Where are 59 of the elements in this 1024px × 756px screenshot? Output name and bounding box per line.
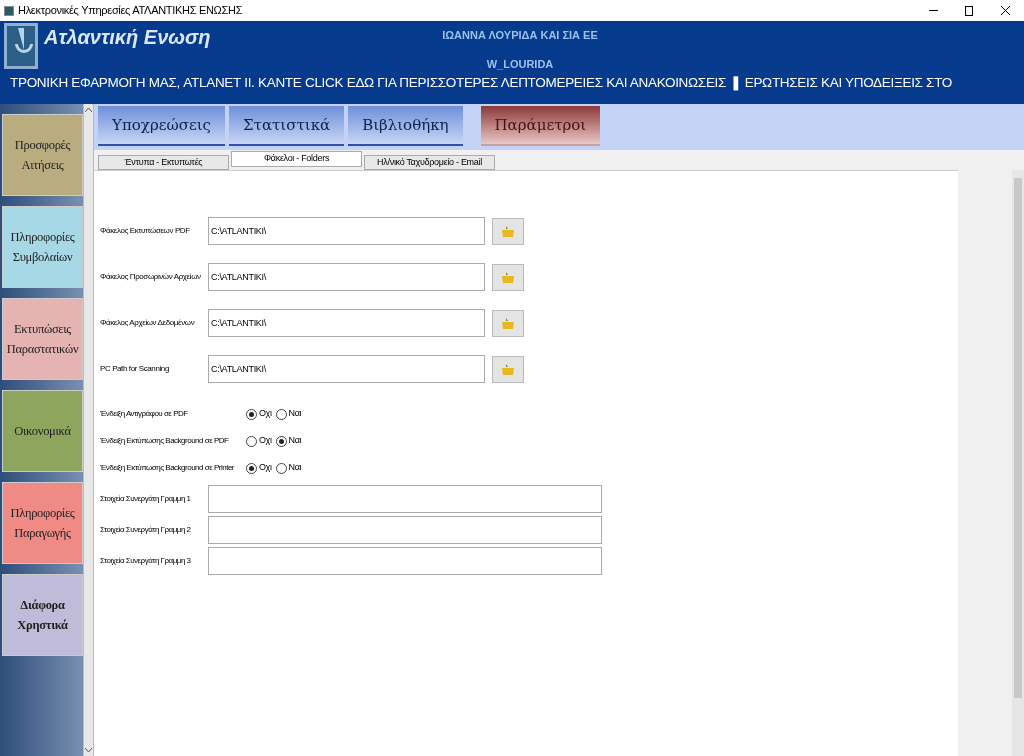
field-label: Στοιχεία Συνεργάτη Γραμμη 2	[100, 524, 192, 536]
partner-line-field[interactable]	[208, 485, 602, 513]
folder-icon	[501, 270, 515, 284]
subtab[interactable]: Ηλ/νικό Ταχυδρομείο - Email	[364, 155, 495, 170]
page-scrollbar[interactable]	[1012, 170, 1024, 756]
radio-button[interactable]	[275, 435, 287, 447]
field-label: PC Path for Scanning	[100, 363, 170, 375]
radio-option[interactable]: Ναι	[275, 407, 302, 421]
partner-line-field[interactable]	[208, 547, 602, 575]
folder-path-field[interactable]: C:\ATLANTIKI\	[208, 263, 485, 291]
announcement-link[interactable]: ΤΡΟΝΙΚΗ ΕΦΑΡΜΟΓΗ ΜΑΣ, ATLANET II. ΚΑΝΤΕ CLICK ΕΔΩ ΓΙΑ ΠΕΡΙΣΣΟΤΕΡΕΣ ΛΕΠΤΟΜΕΡΕΙΕΣ ΚΑΙ ΑΝΑΚΟΙΝΩΣΕΙΣ ❚ ΕΡΩΤΗΣΕΙΣ ΚΑΙ ΥΠΟΔΕΙΞΕΙΣ ΣΤΟ	[0, 73, 953, 94]
sidebar-scrollbar[interactable]	[83, 104, 94, 756]
maximize-button[interactable]	[962, 3, 976, 18]
logo-text: Ατλαντική Ενωση	[44, 27, 211, 47]
folder-icon	[501, 224, 515, 238]
field-label: Φάκελος Αρχείων Δεδομένων	[100, 317, 196, 329]
field-label: Στοιχεία Συνεργάτη Γραμμη 3	[100, 555, 192, 567]
folder-icon	[501, 362, 515, 376]
folder-path-field[interactable]: C:\ATLANTIKI\	[208, 355, 485, 383]
option-label: Ένδειξη Αντιγράφου σε PDF	[100, 408, 189, 420]
radio-option[interactable]: Οχι	[246, 407, 272, 421]
tab[interactable]: Υποχρεώσεις	[98, 106, 225, 146]
field-label: Στοιχεία Συνεργάτη Γραμμη 1	[100, 493, 192, 505]
radio-option[interactable]: Οχι	[246, 434, 272, 448]
option-label: Ένδειξη Εκτύπωσης Background σε PDF	[100, 435, 230, 447]
anchor-logo-icon	[4, 23, 38, 69]
folder-icon	[501, 316, 515, 330]
window-title: Ηλεκτρονικές Υπηρεσίες ΑΤΛΑΝΤΙΚΗΣ ΕΝΩΣΗΣ	[18, 3, 243, 19]
tab[interactable]: Στατιστικά	[229, 106, 345, 146]
field-label: Φάκελος Εκτυπώσεων PDF	[100, 225, 191, 237]
folder-path-field[interactable]: C:\ATLANTIKI\	[208, 217, 485, 245]
scroll-up-icon	[85, 107, 92, 112]
radio-option[interactable]: Οχι	[246, 461, 272, 475]
close-button[interactable]	[998, 3, 1012, 18]
scroll-down-icon	[85, 748, 92, 753]
sidebar-item[interactable]: Εκτυπώσεις Παραστατικών	[2, 298, 83, 380]
field-label: Φάκελος Προσωρινών Αρχείων	[100, 271, 202, 283]
sidebar-item[interactable]: Διάφορα Χρηστικά	[2, 574, 83, 656]
user-name: W_LOURIDA	[486, 56, 554, 72]
subtab[interactable]: Φάκελοι - Folders	[231, 151, 362, 167]
sidebar-item[interactable]: Προσφορές Αιτήσεις	[2, 114, 83, 196]
radio-button[interactable]	[275, 408, 287, 420]
partner-line-field[interactable]	[208, 516, 602, 544]
sidebar-item[interactable]: Πληροφορίες Συμβολαίων	[2, 206, 83, 288]
radio-option[interactable]: Ναι	[275, 434, 302, 448]
sidebar-item[interactable]: Οικονομικά	[2, 390, 83, 472]
radio-button[interactable]	[246, 462, 257, 474]
tab[interactable]: Βιβλιοθήκη	[348, 106, 463, 146]
radio-button[interactable]	[275, 462, 287, 474]
folder-path-field[interactable]: C:\ATLANTIKI\	[208, 309, 485, 337]
radio-button[interactable]	[246, 408, 257, 420]
company-name: ΙΩΑΝΝΑ ΛΟΥΡΙΔΑ ΚΑΙ ΣΙΑ ΕΕ	[442, 28, 598, 43]
radio-button[interactable]	[246, 435, 257, 447]
sidebar-item[interactable]: Πληροφορίες Παραγωγής	[2, 482, 83, 564]
tab[interactable]: Παράμετροι	[480, 106, 601, 146]
radio-option[interactable]: Ναι	[275, 461, 302, 475]
subtab[interactable]: Έντυπα - Εκτυπωτές	[98, 155, 229, 170]
app-icon	[4, 5, 14, 16]
option-label: Ένδειξη Εκτύπωσης Background σε Printer	[100, 462, 236, 474]
